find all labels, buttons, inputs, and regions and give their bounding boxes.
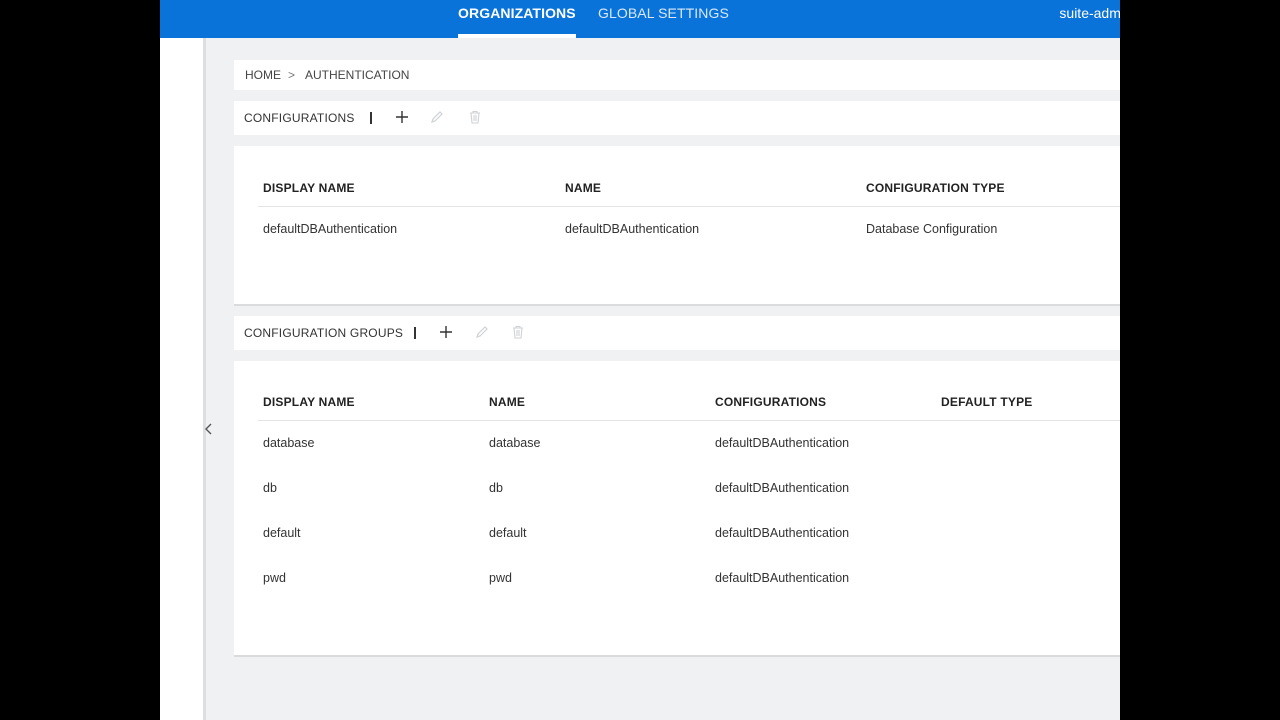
column-header-display-name[interactable]: DISPLAY NAME xyxy=(263,395,355,409)
plus-icon[interactable] xyxy=(436,322,456,342)
trash-icon[interactable] xyxy=(465,107,485,127)
app-window: ORGANIZATIONS GLOBAL SETTINGS suite-admi… xyxy=(160,0,1120,720)
tab-global-settings[interactable]: GLOBAL SETTINGS xyxy=(598,0,729,38)
header-divider xyxy=(258,206,1120,207)
column-header-configuration-type[interactable]: CONFIGURATION TYPE xyxy=(866,181,1005,195)
pencil-icon[interactable] xyxy=(472,322,492,342)
breadcrumb-current: AUTHENTICATION xyxy=(305,68,410,82)
plus-icon[interactable] xyxy=(392,107,412,127)
configurations-title: CONFIGURATIONS xyxy=(244,111,355,125)
cell-name: default xyxy=(489,526,527,540)
toolbar-divider xyxy=(370,112,372,124)
sidebar xyxy=(160,38,206,720)
cell-configurations: defaultDBAuthentication xyxy=(715,436,850,450)
cell-configurations: defaultDBAuthentication xyxy=(715,526,850,540)
toolbar-divider xyxy=(414,327,416,339)
user-menu[interactable]: suite-admi xyxy=(1059,0,1120,27)
configuration-groups-title: CONFIGURATION GROUPS xyxy=(244,326,404,340)
configurations-table: DISPLAY NAME NAME CONFIGURATION TYPE def… xyxy=(234,146,1120,306)
column-header-default-type[interactable]: DEFAULT TYPE xyxy=(941,395,1033,409)
cell-display-name: pwd xyxy=(263,571,286,585)
tab-organizations[interactable]: ORGANIZATIONS xyxy=(458,0,576,38)
configurations-toolbar: CONFIGURATIONS xyxy=(234,101,1120,135)
cell-display-name: defaultDBAuthentication xyxy=(263,222,398,236)
cell-configurations: defaultDBAuthentication xyxy=(715,571,850,585)
cell-configuration-type: Database Configuration xyxy=(866,222,998,236)
configuration-groups-toolbar: CONFIGURATION GROUPS xyxy=(234,316,1120,350)
pencil-icon[interactable] xyxy=(427,107,447,127)
cell-display-name: database xyxy=(263,436,315,450)
top-navigation-bar: ORGANIZATIONS GLOBAL SETTINGS suite-admi xyxy=(160,0,1120,38)
column-header-name[interactable]: NAME xyxy=(565,181,601,195)
column-header-name[interactable]: NAME xyxy=(489,395,525,409)
header-divider xyxy=(258,420,1120,421)
cell-display-name: db xyxy=(263,481,277,495)
column-header-configurations[interactable]: CONFIGURATIONS xyxy=(715,395,826,409)
chevron-left-icon[interactable] xyxy=(202,419,216,441)
trash-icon[interactable] xyxy=(508,322,528,342)
cell-name: db xyxy=(489,481,503,495)
cell-configurations: defaultDBAuthentication xyxy=(715,481,850,495)
breadcrumb: HOME > AUTHENTICATION xyxy=(234,60,1120,90)
cell-name: database xyxy=(489,436,541,450)
cell-name: defaultDBAuthentication xyxy=(565,222,700,236)
breadcrumb-separator: > xyxy=(288,68,296,82)
breadcrumb-home[interactable]: HOME xyxy=(245,68,281,82)
configuration-groups-table: DISPLAY NAME NAME CONFIGURATIONS DEFAULT… xyxy=(234,361,1120,657)
column-header-display-name[interactable]: DISPLAY NAME xyxy=(263,181,355,195)
cell-display-name: default xyxy=(263,526,301,540)
cell-name: pwd xyxy=(489,571,512,585)
